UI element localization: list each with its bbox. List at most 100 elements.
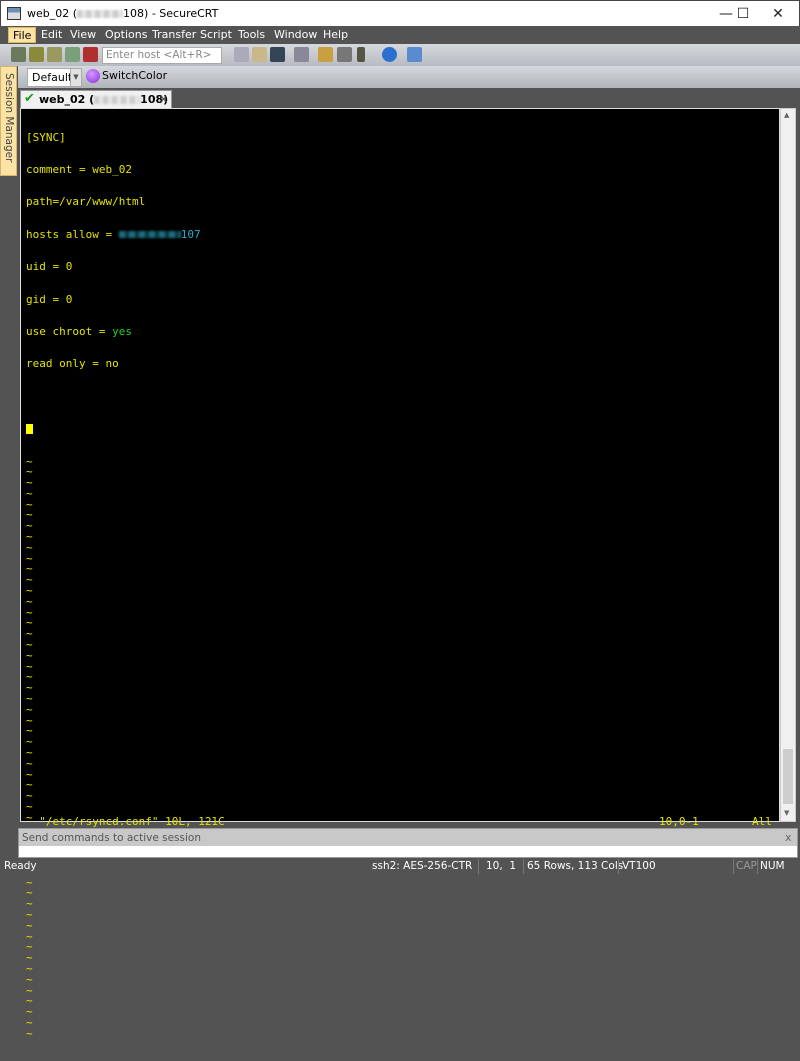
tilde-line: ~ <box>26 476 33 490</box>
terminal-line: read only = no <box>26 357 119 371</box>
menu-options[interactable]: Options <box>101 27 151 43</box>
menu-window[interactable]: Window <box>270 27 321 43</box>
scroll-up-icon[interactable]: ▲ <box>784 111 789 119</box>
tilde-line: ~ <box>26 929 33 943</box>
app-icon <box>7 7 21 20</box>
window-title: web_02 (108) - SecureCRT <box>27 7 219 20</box>
tab-close-icon[interactable]: ✕ <box>159 93 168 106</box>
tilde-line: ~ <box>26 497 33 511</box>
tab-bar: ✔ web_02 (108) ✕ <box>18 88 800 108</box>
menu-transfer[interactable]: Transfer <box>148 27 200 43</box>
terminal-line: comment = web_02 <box>26 162 132 176</box>
tilde-line: ~ <box>26 648 33 662</box>
tilde-line: ~ <box>26 454 33 468</box>
find-icon[interactable] <box>270 47 285 62</box>
disconnect-icon[interactable] <box>83 47 98 62</box>
menu-script[interactable]: Script <box>196 27 236 43</box>
command-window-close-icon[interactable]: x <box>785 831 792 844</box>
print-icon[interactable] <box>294 47 309 62</box>
terminal-line: [SYNC] <box>26 130 66 144</box>
command-window-label: Send commands to active session <box>22 832 201 844</box>
menu-tools[interactable]: Tools <box>234 27 269 43</box>
scroll-down-icon[interactable]: ▼ <box>784 809 789 817</box>
terminal-line: gid = 0 <box>26 292 73 306</box>
copy-icon[interactable] <box>234 47 249 62</box>
menu-help[interactable]: Help <box>319 27 352 43</box>
connected-check-icon: ✔ <box>24 91 35 106</box>
tilde-line: ~ <box>26 562 33 576</box>
title-bar: web_02 (108) - SecureCRT — ☐ ✕ <box>0 0 800 26</box>
tilde-line: ~ <box>26 573 33 587</box>
terminal-line: use chroot = yes <box>26 324 132 338</box>
terminal-content: [SYNC] comment = web_02 path=/var/www/ht… <box>26 111 201 1061</box>
help-icon[interactable] <box>382 47 397 62</box>
tilde-line: ~ <box>26 508 33 522</box>
toolbar: Enter host <Alt+R> <box>0 44 800 66</box>
tab-label: web_02 (108) <box>39 93 169 106</box>
tilde-line: ~ <box>26 594 33 608</box>
chevron-down-icon[interactable]: ▼ <box>70 68 82 87</box>
paste-icon[interactable] <box>252 47 267 62</box>
status-cap: CAP <box>736 860 757 872</box>
terminal-line: path=/var/www/html <box>26 195 146 209</box>
tilde-line: ~ <box>26 972 33 986</box>
tilde-line: ~ <box>26 638 33 652</box>
redacted-ip <box>77 10 124 18</box>
scrollbar-thumb[interactable] <box>783 749 793 804</box>
tilde-line: ~ <box>26 746 33 760</box>
command-window: Send commands to active session x <box>18 828 798 858</box>
command-input[interactable] <box>19 846 797 857</box>
host-input[interactable]: Enter host <Alt+R> <box>102 47 222 64</box>
session-manager-tab[interactable]: Session Manager <box>0 66 17 176</box>
menu-file[interactable]: File <box>8 27 37 43</box>
tilde-line: ~ <box>26 627 33 641</box>
tilde-line: ~ <box>26 951 33 965</box>
session-tab[interactable]: ✔ web_02 (108) ✕ <box>20 90 172 108</box>
tilde-line: ~ <box>26 713 33 727</box>
tilde-line: ~ <box>26 767 33 781</box>
tilde-line: ~ <box>26 875 33 889</box>
tilde-line: ~ <box>26 551 33 565</box>
tilde-line: ~ <box>26 886 33 900</box>
session-options-icon[interactable] <box>318 47 333 62</box>
status-bar: Ready ssh2: AES-256-CTR 10, 1 65 Rows, 1… <box>0 858 800 875</box>
redacted-ip <box>118 231 181 239</box>
tilde-line: ~ <box>26 1005 33 1019</box>
tilde-line: ~ <box>26 918 33 932</box>
tilde-line: ~ <box>26 519 33 533</box>
status-num: NUM <box>760 860 785 872</box>
tilde-line: ~ <box>26 756 33 770</box>
button-bar: Default ▼ SwitchColor <box>18 66 800 88</box>
status-cursor: 10, 1 <box>486 860 517 872</box>
tilde-line: ~ <box>26 994 33 1008</box>
text-cursor <box>26 424 33 435</box>
status-emulation: VT100 <box>622 860 656 872</box>
key-icon[interactable] <box>357 47 365 62</box>
menu-edit[interactable]: Edit <box>37 27 66 43</box>
connect-icon[interactable] <box>11 47 26 62</box>
terminal-line: uid = 0 <box>26 260 73 274</box>
tilde-line: ~ <box>26 907 33 921</box>
close-button[interactable]: ✕ <box>761 1 795 27</box>
switch-color-icon[interactable] <box>86 69 100 83</box>
quick-connect-icon[interactable] <box>29 47 44 62</box>
sftp-icon[interactable] <box>407 47 422 62</box>
map-keys-icon[interactable] <box>337 47 352 62</box>
tilde-line: ~ <box>26 1026 33 1040</box>
tilde-line: ~ <box>26 530 33 544</box>
maximize-button[interactable]: ☐ <box>726 1 760 27</box>
reconnect-icon[interactable] <box>65 47 80 62</box>
terminal[interactable]: [SYNC] comment = web_02 path=/var/www/ht… <box>20 108 780 1039</box>
tilde-line: ~ <box>26 1015 33 1029</box>
menu-bar: File Edit View Options Transfer Script T… <box>0 26 800 44</box>
tilde-line: ~ <box>26 789 33 803</box>
switch-color-button[interactable]: SwitchColor <box>102 69 167 82</box>
tilde-line: ~ <box>26 692 33 706</box>
session-list-icon[interactable] <box>47 47 62 62</box>
menu-view[interactable]: View <box>66 27 100 43</box>
vertical-scrollbar[interactable]: ▲ ▼ <box>780 108 796 822</box>
status-cipher: ssh2: AES-256-CTR <box>372 860 473 872</box>
tilde-line: ~ <box>26 616 33 630</box>
status-ready: Ready <box>4 860 37 872</box>
tilde-line: ~ <box>26 681 33 695</box>
